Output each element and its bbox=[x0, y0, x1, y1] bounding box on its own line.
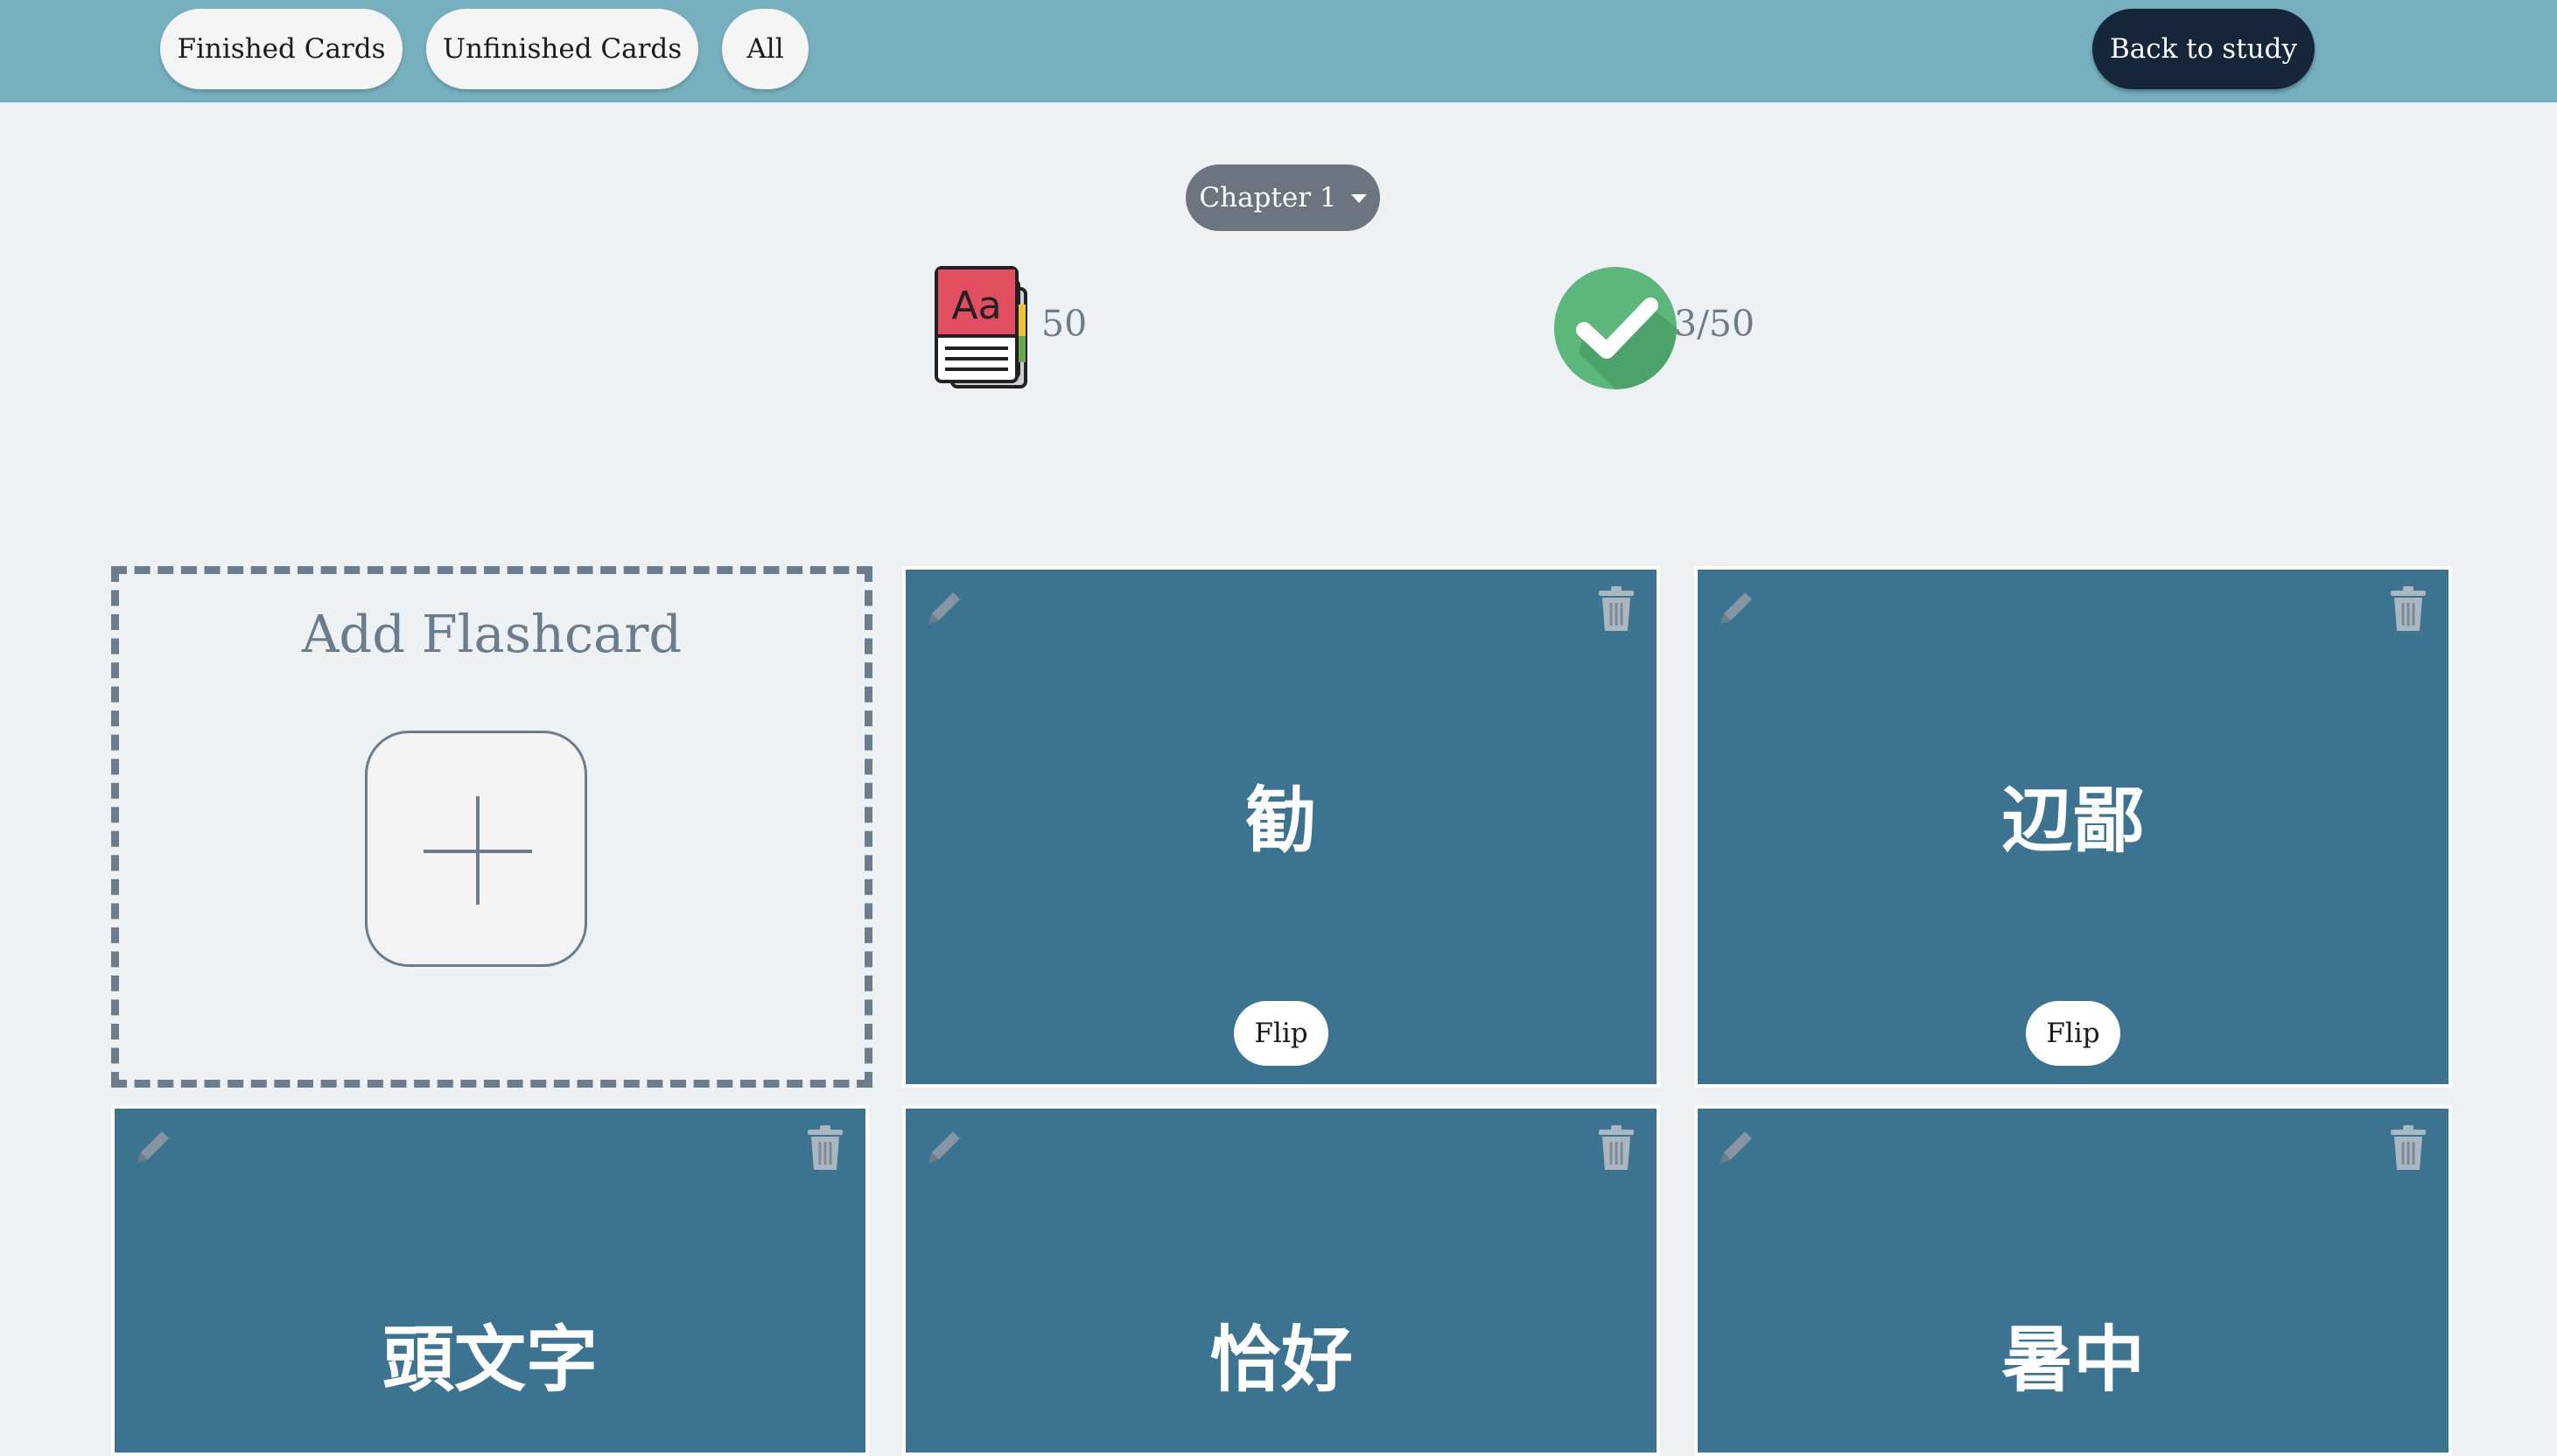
pencil-icon[interactable] bbox=[1713, 1124, 1759, 1170]
check-circle-icon bbox=[1554, 267, 1677, 389]
flashcard[interactable]: 暑中 bbox=[1694, 1105, 2452, 1456]
pencil-icon[interactable] bbox=[921, 1124, 967, 1170]
flashcard-word: 恰好 bbox=[1208, 1319, 1353, 1402]
flashcard[interactable]: 辺鄙 Flip bbox=[1694, 566, 2452, 1088]
pencil-icon[interactable] bbox=[921, 585, 967, 631]
pencil-icon[interactable] bbox=[1713, 585, 1759, 631]
pencil-icon[interactable] bbox=[130, 1124, 176, 1170]
book-icon-text: Aa bbox=[951, 284, 1001, 328]
top-nav-bar: Finished Cards Unfinished Cards All Back… bbox=[0, 0, 2557, 102]
flip-button[interactable]: Flip bbox=[1234, 1001, 1328, 1066]
all-cards-button[interactable]: All bbox=[722, 9, 809, 89]
trash-icon[interactable] bbox=[1595, 585, 1637, 633]
flashcard[interactable]: 恰好 bbox=[902, 1105, 1660, 1456]
flashcard-word: 頭文字 bbox=[382, 1319, 598, 1402]
trash-icon[interactable] bbox=[804, 1124, 846, 1172]
finished-cards-button[interactable]: Finished Cards bbox=[160, 9, 403, 89]
back-to-study-button[interactable]: Back to study bbox=[2092, 9, 2315, 89]
flashcard[interactable]: 勧 Flip bbox=[902, 566, 1660, 1088]
flip-button[interactable]: Flip bbox=[2026, 1001, 2120, 1066]
flashcard-word: 辺鄙 bbox=[2000, 780, 2145, 863]
flashcards-book-icon: Aa bbox=[935, 266, 1027, 388]
caret-down-icon bbox=[1350, 194, 1367, 203]
trash-icon[interactable] bbox=[1595, 1124, 1637, 1172]
add-flashcard-card[interactable]: Add Flashcard bbox=[111, 566, 872, 1088]
flashcard-word: 勧 bbox=[1244, 780, 1317, 863]
flashcard-word: 暑中 bbox=[2000, 1319, 2145, 1402]
trash-icon[interactable] bbox=[2387, 585, 2429, 633]
flashcard[interactable]: 頭文字 bbox=[111, 1105, 869, 1456]
chapter-dropdown[interactable]: Chapter 1 bbox=[1186, 164, 1380, 231]
unfinished-cards-button[interactable]: Unfinished Cards bbox=[426, 9, 698, 89]
add-flashcard-title: Add Flashcard bbox=[301, 604, 683, 664]
total-cards-count: 50 bbox=[1041, 303, 1088, 345]
completed-cards-count: 3/50 bbox=[1674, 303, 1755, 345]
plus-icon[interactable] bbox=[365, 731, 587, 967]
chapter-dropdown-label: Chapter 1 bbox=[1199, 182, 1337, 214]
trash-icon[interactable] bbox=[2387, 1124, 2429, 1172]
